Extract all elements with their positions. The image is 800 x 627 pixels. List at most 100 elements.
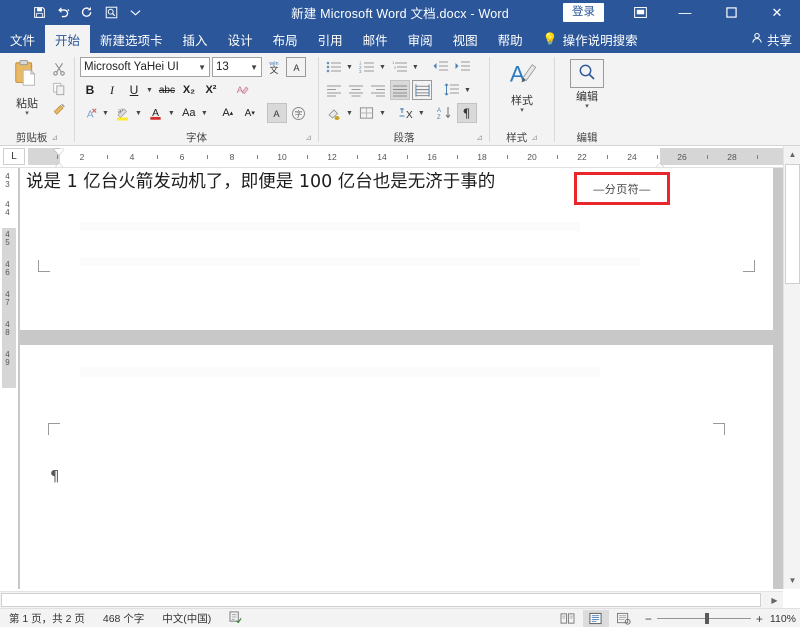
paste-button[interactable]: 粘贴 ▾ (5, 57, 49, 117)
tab-home[interactable]: 开始 (45, 25, 91, 53)
proofing-icon[interactable] (220, 610, 251, 626)
tab-new-tab[interactable]: 新建选项卡 (90, 25, 173, 53)
minimize-button[interactable]: — (662, 0, 708, 25)
font-name-combobox[interactable]: Microsoft YaHei UI ▼ (80, 57, 210, 77)
shrink-font-button[interactable]: A ▾ (240, 103, 260, 123)
restore-button[interactable] (708, 0, 754, 25)
line-spacing-icon[interactable] (442, 80, 462, 100)
chevron-down-icon[interactable]: ▼ (199, 110, 210, 117)
zoom-knob[interactable] (704, 613, 709, 624)
ribbon-display-options-icon[interactable] (618, 0, 662, 25)
multilevel-list-icon[interactable]: 1a (390, 57, 410, 77)
chevron-down-icon[interactable]: ▼ (462, 87, 473, 94)
borders-split[interactable]: ▼ (357, 103, 388, 123)
ruler-track[interactable]: 2 4 6 8 10 12 14 16 18 20 22 24 26 28 (28, 148, 784, 167)
horizontal-scrollbar[interactable]: ▶ (0, 591, 783, 609)
page-indicator[interactable]: 第 1 页，共 2 页 (0, 611, 94, 626)
tab-design[interactable]: 设计 (218, 25, 263, 53)
italic-button[interactable]: I (102, 80, 122, 100)
change-case-split[interactable]: Aa ▼ (179, 103, 210, 123)
sort-icon[interactable]: AZ (435, 103, 455, 123)
editing-dropdown-icon[interactable]: ▾ (585, 103, 589, 110)
tab-insert[interactable]: 插入 (173, 25, 218, 53)
tab-references[interactable]: 引用 (308, 25, 353, 53)
vertical-scroll-thumb[interactable] (785, 164, 800, 284)
redo-icon[interactable] (76, 3, 98, 23)
save-icon[interactable] (28, 3, 50, 23)
show-formatting-marks-icon[interactable]: ¶ (456, 103, 477, 123)
chevron-down-icon[interactable]: ▼ (377, 64, 388, 71)
document-paragraph[interactable]: 说是 1 亿台火箭发动机了，即便是 100 亿台也是无济于事的 (26, 168, 495, 193)
bullets-icon[interactable] (324, 57, 344, 77)
bullets-split[interactable]: ▼ (324, 57, 355, 77)
sign-in-button[interactable]: 登录 (563, 3, 604, 22)
close-button[interactable]: ✕ (754, 0, 800, 25)
page-2[interactable]: ¶ (20, 345, 773, 589)
cut-icon[interactable] (49, 60, 69, 78)
document-canvas[interactable]: ¶ (18, 168, 783, 589)
font-color-split[interactable]: A ▼ (146, 103, 177, 123)
tab-layout[interactable]: 布局 (263, 25, 308, 53)
zoom-out-button[interactable]: − (645, 612, 652, 626)
chevron-down-icon[interactable]: ▼ (410, 64, 421, 71)
web-layout-button[interactable] (611, 610, 637, 627)
tab-file[interactable]: 文件 (0, 25, 45, 53)
numbering-split[interactable]: 123 ▼ (357, 57, 388, 77)
multilevel-list-split[interactable]: 1a ▼ (390, 57, 421, 77)
change-case-button[interactable]: Aa (179, 103, 199, 123)
enclose-character-icon[interactable]: A (286, 57, 306, 77)
shading-icon[interactable] (324, 103, 344, 123)
print-layout-button[interactable] (582, 610, 609, 627)
vertical-ruler[interactable]: 43 44 45 46 47 48 49 (0, 168, 18, 589)
bold-button[interactable]: B (80, 80, 100, 100)
distribute-icon[interactable] (412, 80, 432, 100)
line-spacing-split[interactable]: ▼ (442, 80, 473, 100)
undo-icon[interactable] (52, 3, 74, 23)
horizontal-ruler[interactable]: L 2 4 6 8 10 12 14 16 18 20 22 24 26 28 (0, 146, 800, 168)
read-mode-button[interactable] (555, 610, 581, 627)
font-size-combobox[interactable]: 13 ▼ (212, 57, 262, 77)
font-dialog-launcher[interactable]: ⊿ (305, 133, 312, 142)
tab-review[interactable]: 审阅 (398, 25, 443, 53)
customize-qat-icon[interactable] (124, 3, 146, 23)
copy-icon[interactable] (49, 80, 69, 98)
styles-button[interactable]: A 样式 ▾ (497, 57, 547, 114)
shading-split[interactable]: ▼ (324, 103, 355, 123)
character-border-icon[interactable]: 字 (289, 103, 309, 123)
horizontal-scroll-thumb[interactable] (1, 593, 761, 607)
tab-stop-selector[interactable]: L (3, 148, 25, 165)
align-center-icon[interactable] (346, 80, 366, 100)
clipboard-dialog-launcher[interactable]: ⊿ (51, 133, 58, 142)
asian-layout-icon[interactable]: X (396, 103, 416, 123)
scroll-right-arrow-icon[interactable]: ▶ (766, 592, 783, 609)
chevron-down-icon[interactable]: ▼ (100, 110, 111, 117)
decrease-indent-icon[interactable] (430, 57, 450, 77)
chevron-down-icon[interactable]: ▼ (344, 64, 355, 71)
highlight-color-split[interactable]: ab ▼ (113, 103, 144, 123)
text-highlight-split[interactable]: A ▼ (80, 103, 111, 123)
strikethrough-button[interactable]: abc (157, 80, 177, 100)
character-shading-icon[interactable]: A (266, 103, 287, 123)
vertical-scrollbar[interactable]: ▲ ▼ (783, 146, 800, 589)
chevron-down-icon[interactable]: ▼ (144, 87, 155, 94)
styles-dialog-launcher[interactable]: ⊿ (531, 133, 538, 142)
format-painter-icon[interactable] (49, 100, 69, 118)
numbering-icon[interactable]: 123 (357, 57, 377, 77)
zoom-in-button[interactable]: + (756, 612, 763, 626)
font-color-icon[interactable]: A (146, 103, 166, 123)
paste-dropdown-icon[interactable]: ▾ (25, 110, 29, 117)
align-right-icon[interactable] (368, 80, 388, 100)
print-preview-icon[interactable] (100, 3, 122, 23)
share-button[interactable]: 共享 (751, 25, 792, 53)
tell-me-search[interactable]: 💡 操作说明搜索 (533, 25, 648, 53)
chevron-down-icon[interactable]: ▼ (416, 110, 427, 117)
zoom-track[interactable] (656, 613, 751, 624)
scroll-up-arrow-icon[interactable]: ▲ (784, 146, 800, 163)
phonetic-guide-icon[interactable]: wén 文 (264, 57, 284, 77)
align-left-icon[interactable] (324, 80, 344, 100)
chevron-down-icon[interactable]: ▼ (166, 110, 177, 117)
paragraph-dialog-launcher[interactable]: ⊿ (476, 133, 483, 142)
grow-font-button[interactable]: A ▴ (218, 103, 238, 123)
zoom-level[interactable]: 110% (765, 613, 796, 625)
justify-icon[interactable] (390, 80, 410, 100)
